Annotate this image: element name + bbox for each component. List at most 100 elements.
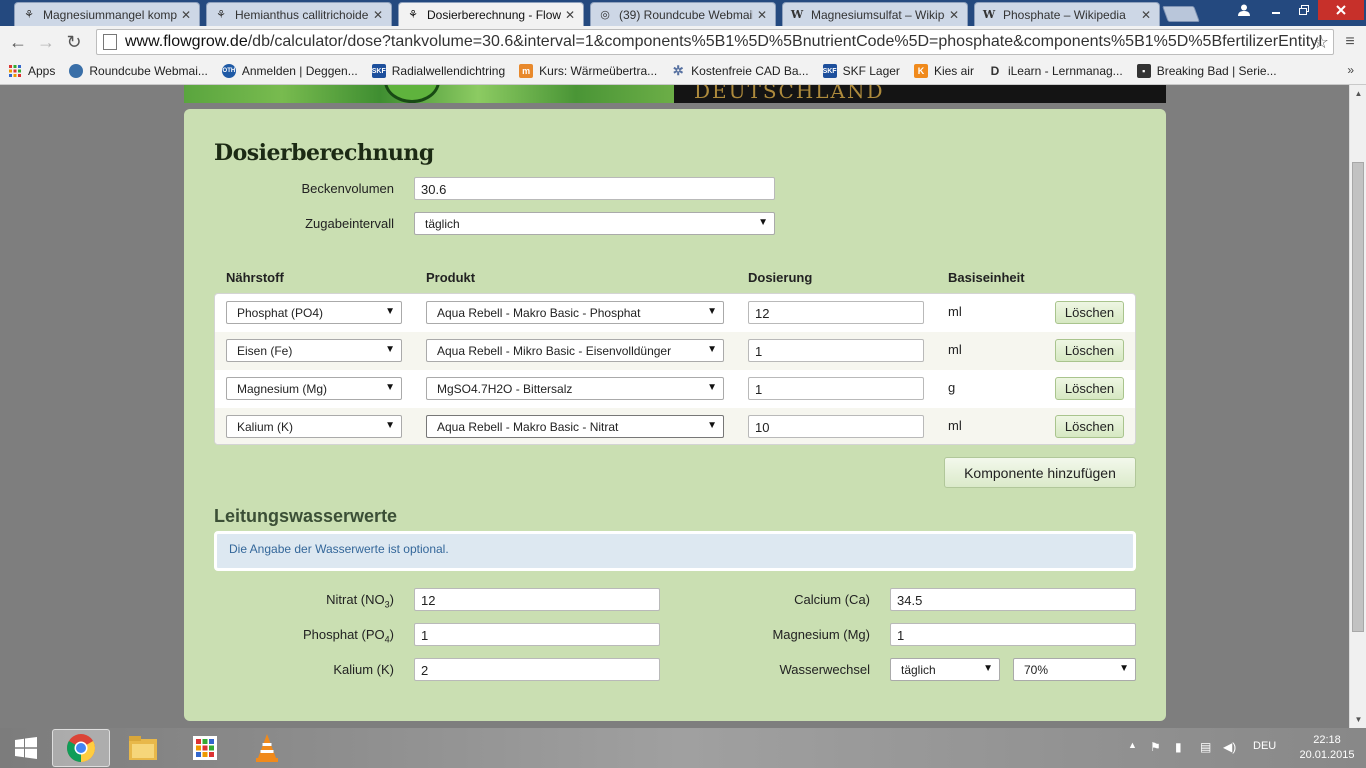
bookmark-cad[interactable]: ✲ Kostenfreie CAD Ba...: [671, 63, 809, 78]
waterchange-interval-value: täglich: [901, 663, 936, 677]
close-window-icon[interactable]: [1318, 0, 1364, 20]
windows-start-icon[interactable]: [2, 729, 50, 767]
dose-input[interactable]: 1: [748, 377, 924, 400]
page-info-icon[interactable]: [103, 34, 117, 50]
waterchange-percent-select[interactable]: 70% ▼: [1013, 658, 1136, 681]
delete-button[interactable]: Löschen: [1055, 301, 1124, 324]
close-tab-icon[interactable]: ✕: [565, 8, 577, 22]
close-tab-icon[interactable]: ✕: [949, 8, 961, 22]
tray-expand-arrow-icon[interactable]: ▲: [1128, 740, 1137, 750]
bookmark-skf-lager[interactable]: SKF SKF Lager: [822, 64, 900, 78]
nutrient-select[interactable]: Magnesium (Mg) ▼: [226, 377, 402, 400]
battery-icon[interactable]: ▮: [1175, 740, 1182, 754]
product-select[interactable]: MgSO4.7H2O - Bittersalz ▼: [426, 377, 724, 400]
browser-tab-active[interactable]: ⚘ Dosierberechnung - Flowg ✕: [398, 2, 584, 26]
close-tab-icon[interactable]: ✕: [1141, 8, 1153, 22]
tab-title: Magnesiumsulfat – Wikipe: [811, 7, 945, 22]
bookmark-breaking-bad[interactable]: ▪ Breaking Bad | Serie...: [1136, 64, 1277, 78]
forward-arrow-icon[interactable]: →: [34, 30, 58, 54]
dropdown-arrow-icon: ▼: [385, 382, 395, 393]
phosphate-input[interactable]: 1: [414, 623, 660, 646]
browser-tab[interactable]: ⚘ Hemianthus callitrichoide ✕: [206, 2, 392, 26]
tank-volume-input[interactable]: 30.6: [414, 177, 775, 200]
address-bar[interactable]: www.flowgrow.de/db/calculator/dose?tankv…: [96, 29, 1334, 55]
dropdown-arrow-icon: ▼: [385, 306, 395, 317]
close-tab-icon[interactable]: ✕: [757, 8, 769, 22]
new-tab-button[interactable]: [1162, 6, 1200, 22]
dose-input[interactable]: 12: [748, 301, 924, 324]
scroll-up-arrow-icon[interactable]: ▲: [1350, 85, 1366, 102]
interval-select[interactable]: täglich ▼: [414, 212, 775, 235]
back-arrow-icon[interactable]: ←: [6, 30, 30, 54]
browser-tab[interactable]: ◎ (39) Roundcube Webmail ✕: [590, 2, 776, 26]
close-tab-icon[interactable]: ✕: [181, 8, 193, 22]
delete-button[interactable]: Löschen: [1055, 339, 1124, 362]
bookmark-kurs[interactable]: m Kurs: Wärmeübertra...: [519, 64, 657, 78]
nutrient-select[interactable]: Eisen (Fe) ▼: [226, 339, 402, 362]
nutrient-select-value: Kalium (K): [237, 420, 294, 434]
bookmark-label: Kostenfreie CAD Ba...: [691, 64, 809, 78]
delete-button[interactable]: Löschen: [1055, 415, 1124, 438]
chrome-menu-icon[interactable]: ≡: [1338, 30, 1362, 54]
browser-toolbar: ← → ↻ www.flowgrow.de/db/calculator/dose…: [0, 26, 1366, 58]
bookmark-label: Breaking Bad | Serie...: [1156, 64, 1277, 78]
bookmark-label: Roundcube Webmai...: [89, 64, 208, 78]
more-bookmarks-chevron-icon[interactable]: »: [1347, 63, 1354, 77]
bookmark-label: Anmelden | Deggen...: [241, 64, 358, 78]
browser-tab[interactable]: W Magnesiumsulfat – Wikipe ✕: [782, 2, 968, 26]
bookmark-star-icon[interactable]: ☆: [1313, 32, 1329, 53]
dropdown-arrow-icon: ▼: [1119, 663, 1129, 674]
chrome-taskbar-icon[interactable]: [52, 729, 110, 767]
system-clock[interactable]: 22:18 20.01.2015: [1296, 733, 1358, 763]
nitrate-input[interactable]: 12: [414, 588, 660, 611]
language-indicator[interactable]: DEU: [1253, 740, 1276, 752]
table-row: Phosphat (PO4) ▼ Aqua Rebell - Makro Bas…: [215, 294, 1135, 332]
bookmark-ilearn[interactable]: D iLearn - Lernmanag...: [988, 64, 1123, 78]
bookmark-apps[interactable]: Apps: [8, 64, 55, 78]
close-tab-icon[interactable]: ✕: [373, 8, 385, 22]
product-select[interactable]: Aqua Rebell - Makro Basic - Phosphat ▼: [426, 301, 724, 324]
calcium-input[interactable]: 34.5: [890, 588, 1136, 611]
add-component-button[interactable]: Komponente hinzufügen: [944, 457, 1136, 488]
user-profile-icon[interactable]: [1232, 0, 1256, 20]
store-apps-icon[interactable]: [176, 729, 234, 767]
volume-icon[interactable]: ◀): [1223, 740, 1236, 754]
network-icon[interactable]: ▤: [1200, 740, 1211, 754]
magnesium-input[interactable]: 1: [890, 623, 1136, 646]
page-viewport: DEUTSCHLAND Dosierberechnung Beckenvolum…: [0, 85, 1349, 728]
waterchange-interval-select[interactable]: täglich ▼: [890, 658, 1000, 681]
action-center-flag-icon[interactable]: ⚑: [1150, 740, 1161, 754]
waterchange-label: Wasserwechsel: [779, 662, 870, 677]
minimize-window-icon[interactable]: [1262, 0, 1290, 20]
browser-tab[interactable]: W Phosphate – Wikipedia ✕: [974, 2, 1160, 26]
bookmark-anmelden[interactable]: OTH Anmelden | Deggen...: [221, 64, 358, 78]
vlc-icon[interactable]: [238, 729, 296, 767]
potassium-input[interactable]: 2: [414, 658, 660, 681]
dose-input[interactable]: 1: [748, 339, 924, 362]
skf-icon: SKF: [371, 64, 386, 78]
column-header-product: Produkt: [426, 270, 476, 285]
nutrient-select[interactable]: Phosphat (PO4) ▼: [226, 301, 402, 324]
tab-strip: ⚘ Magnesiummangel komp ✕ ⚘ Hemianthus ca…: [0, 0, 1366, 26]
dose-input[interactable]: 10: [748, 415, 924, 438]
scrollbar-thumb[interactable]: [1352, 162, 1364, 632]
reload-icon[interactable]: ↻: [62, 30, 86, 54]
delete-button[interactable]: Löschen: [1055, 377, 1124, 400]
nutrient-select[interactable]: Kalium (K) ▼: [226, 415, 402, 438]
vertical-scrollbar[interactable]: ▲ ▼: [1349, 85, 1366, 728]
scroll-down-arrow-icon[interactable]: ▼: [1350, 711, 1366, 728]
product-select[interactable]: Aqua Rebell - Makro Basic - Nitrat ▼: [426, 415, 724, 438]
column-header-base-unit: Basiseinheit: [948, 270, 1025, 285]
bookmark-roundcube[interactable]: Roundcube Webmai...: [69, 64, 208, 78]
calculator-panel: Dosierberechnung Beckenvolumen 30.6 Zuga…: [184, 109, 1166, 721]
clock-date: 20.01.2015: [1299, 749, 1355, 761]
product-select[interactable]: Aqua Rebell - Mikro Basic - Eisenvolldün…: [426, 339, 724, 362]
bookmark-radialwellendichtring[interactable]: SKF Radialwellendichtring: [371, 64, 505, 78]
restore-window-icon[interactable]: [1290, 0, 1318, 20]
bookmark-kies-air[interactable]: K Kies air: [913, 64, 974, 78]
tab-title: Phosphate – Wikipedia: [1003, 7, 1126, 22]
nutrient-select-value: Eisen (Fe): [237, 344, 293, 358]
file-explorer-icon[interactable]: [114, 729, 172, 767]
browser-tab[interactable]: ⚘ Magnesiummangel komp ✕: [14, 2, 200, 26]
product-select-value: MgSO4.7H2O - Bittersalz: [437, 382, 573, 396]
